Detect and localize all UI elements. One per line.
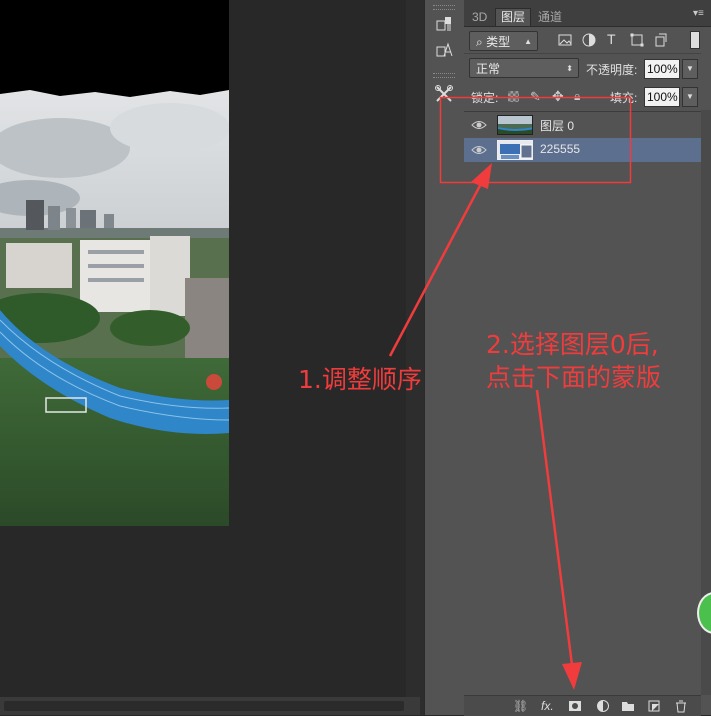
arrow-2-line <box>535 389 574 666</box>
arrow-1-line <box>388 177 486 357</box>
annotation-step2-line2: 点击下面的蒙版 <box>486 363 662 392</box>
annotation-step2-line1: 2.选择图层0后, <box>486 330 659 359</box>
annotation-step1: 1.调整顺序 <box>298 365 422 394</box>
arrow-2-head <box>562 662 582 690</box>
highlight-box <box>439 96 632 184</box>
arrow-1-head <box>471 163 492 189</box>
